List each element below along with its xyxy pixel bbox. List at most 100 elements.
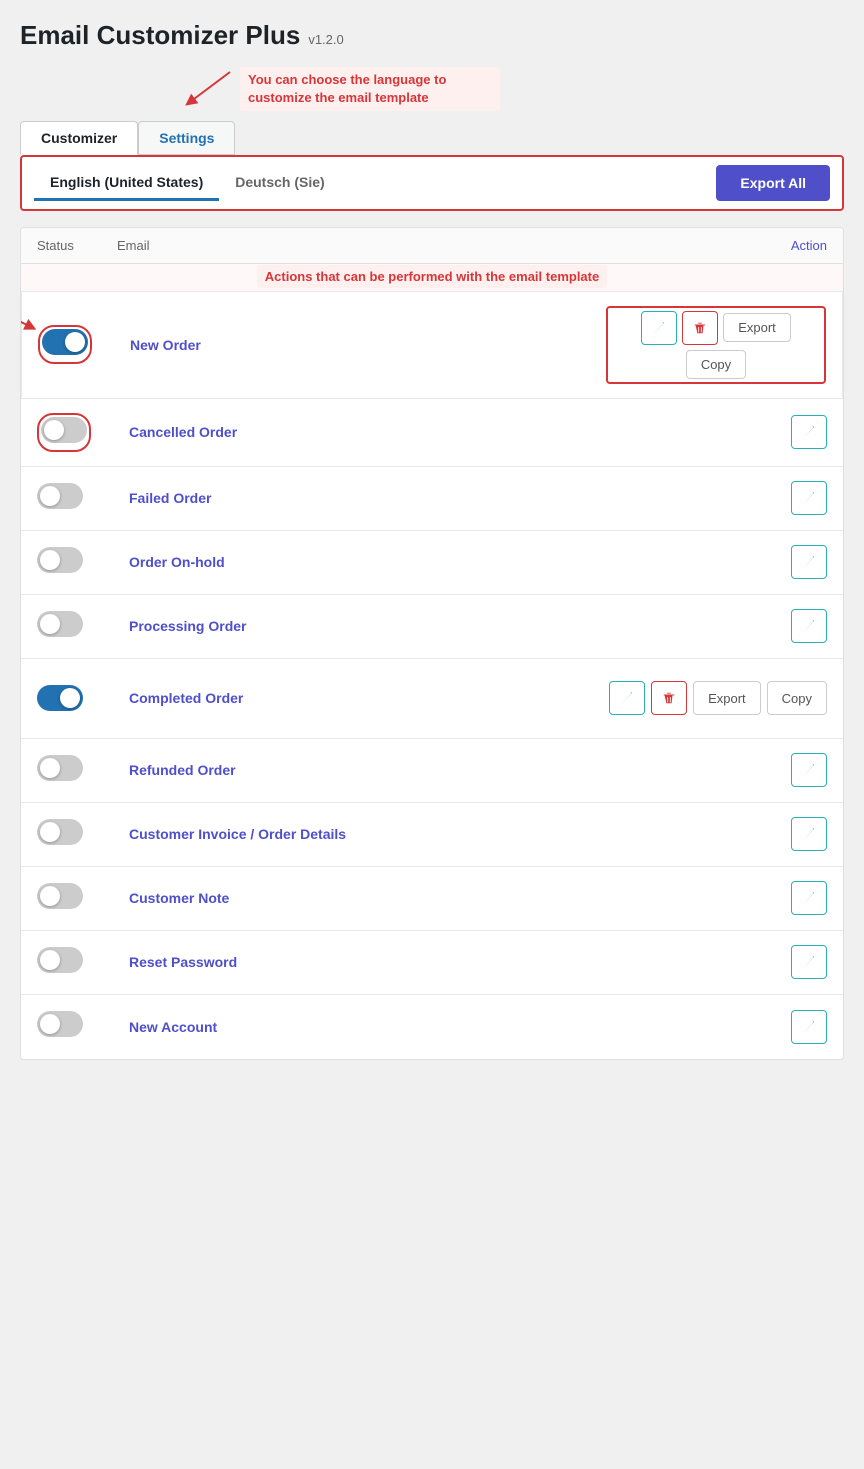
action-buttons-new-account [607,1010,827,1044]
toggle-area-new-order: You can enable or disable the template [38,325,118,364]
header-action: Action [607,238,827,253]
action-buttons-reset-password [607,945,827,979]
copy-button-new-order[interactable]: Copy [686,350,746,379]
toggle-refunded-order[interactable] [37,755,83,781]
header-status: Status [37,238,117,253]
table-row: Cancelled Order [21,399,843,467]
email-name-customer-invoice: Customer Invoice / Order Details [129,826,607,842]
edit-icon [802,1020,816,1034]
header-email: Email [117,238,607,253]
toggle-arrow-icon [20,302,36,332]
delete-button-new-order[interactable] [682,311,718,345]
table-row: New Account [21,995,843,1059]
email-name-order-on-hold: Order On-hold [129,554,607,570]
toggle-highlight-cancelled [37,413,91,452]
edit-button-new-account[interactable] [791,1010,827,1044]
edit-icon [802,555,816,569]
action-buttons-order-on-hold [607,545,827,579]
table-row: Customer Note [21,867,843,931]
edit-icon [802,619,816,633]
version-badge: v1.2.0 [308,32,343,47]
export-button-completed-order[interactable]: Export [693,681,761,715]
action-buttons-customer-note [607,881,827,915]
edit-icon [802,955,816,969]
email-name-cancelled-order: Cancelled Order [129,424,607,440]
delete-icon [662,691,676,705]
action-buttons-new-order: Export Copy [606,306,826,384]
table-row: You can enable or disable the template [21,291,843,399]
toggle-new-order[interactable] [42,329,88,355]
edit-icon [620,691,634,705]
edit-button-failed-order[interactable] [791,481,827,515]
edit-icon [802,891,816,905]
edit-button-reset-password[interactable] [791,945,827,979]
tab-customizer[interactable]: Customizer [20,121,138,155]
edit-button-cancelled-order[interactable] [791,415,827,449]
lang-tabs: English (United States) Deutsch (Sie) [34,166,341,201]
edit-button-refunded-order[interactable] [791,753,827,787]
action-buttons-cancelled-order [607,415,827,449]
edit-button-customer-invoice[interactable] [791,817,827,851]
lang-export-section: English (United States) Deutsch (Sie) Ex… [20,155,844,211]
edit-button-customer-note[interactable] [791,881,827,915]
edit-button-processing-order[interactable] [791,609,827,643]
lang-annotation-area: You can choose the language to customize… [180,67,844,111]
email-name-completed-order: Completed Order [129,690,607,706]
table-row: Order On-hold [21,531,843,595]
lang-tab-english[interactable]: English (United States) [34,166,219,201]
action-buttons-completed-order: Export Copy [607,681,827,715]
table-row: Refunded Order [21,739,843,803]
edit-icon [652,321,666,335]
copy-button-completed-order[interactable]: Copy [767,681,827,715]
table-row: Reset Password [21,931,843,995]
actions-annotation-area: Actions that can be performed with the e… [21,264,843,290]
email-name-new-order: New Order [130,337,606,353]
export-button-new-order[interactable]: Export [723,313,791,342]
export-all-button[interactable]: Export All [716,165,830,201]
action-buttons-failed-order [607,481,827,515]
table-row: Processing Order [21,595,843,659]
actions-highlight-new-order: Export Copy [606,306,826,384]
email-name-failed-order: Failed Order [129,490,607,506]
action-buttons-refunded-order [607,753,827,787]
table-row: Failed Order [21,467,843,531]
tab-settings[interactable]: Settings [138,121,235,155]
actions-annotation-text: Actions that can be performed with the e… [257,265,607,288]
email-name-customer-note: Customer Note [129,890,607,906]
toggle-reset-password[interactable] [37,947,83,973]
lang-tab-german[interactable]: Deutsch (Sie) [219,166,340,201]
edit-button-completed-order[interactable] [609,681,645,715]
main-tabs: Customizer Settings [20,121,844,155]
email-name-reset-password: Reset Password [129,954,607,970]
edit-icon [802,763,816,777]
toggle-customer-invoice[interactable] [37,819,83,845]
table-row: Completed Order Export Copy [21,659,843,739]
page-header: Email Customizer Plus v1.2.0 [20,20,844,51]
email-name-new-account: New Account [129,1019,607,1035]
list-header: Status Email Action [21,228,843,264]
edit-icon [802,425,816,439]
toggle-new-account[interactable] [37,1011,83,1037]
delete-icon [693,321,707,335]
email-list: Status Email Action Actions that can be … [20,227,844,1059]
toggle-cancelled-order[interactable] [41,417,87,443]
lang-annotation-text: You can choose the language to customize… [240,67,500,111]
toggle-highlight-new-order [38,325,92,364]
edit-icon [802,827,816,841]
toggle-failed-order[interactable] [37,483,83,509]
toggle-order-on-hold[interactable] [37,547,83,573]
table-row: Customer Invoice / Order Details [21,803,843,867]
edit-button-order-on-hold[interactable] [791,545,827,579]
edit-button-new-order[interactable] [641,311,677,345]
edit-icon [802,491,816,505]
toggle-completed-order[interactable] [37,685,83,711]
action-buttons-processing-order [607,609,827,643]
delete-button-completed-order[interactable] [651,681,687,715]
toggle-customer-note[interactable] [37,883,83,909]
arrow-icon [180,67,240,107]
email-name-refunded-order: Refunded Order [129,762,607,778]
action-buttons-customer-invoice [607,817,827,851]
toggle-processing-order[interactable] [37,611,83,637]
page-title: Email Customizer Plus [20,20,300,51]
email-name-processing-order: Processing Order [129,618,607,634]
